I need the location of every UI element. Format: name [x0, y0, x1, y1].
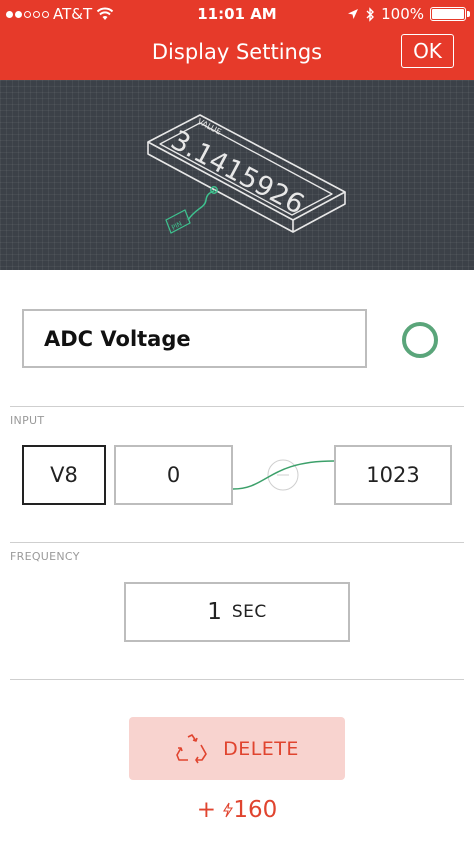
energy-cost: + 160	[0, 797, 474, 823]
battery-percent: 100%	[381, 5, 424, 23]
widget-name-input[interactable]: ADC Voltage	[22, 309, 367, 368]
delete-label: DELETE	[223, 737, 299, 760]
pin-label: PIN	[170, 220, 183, 232]
delete-button[interactable]: DELETE	[129, 717, 345, 780]
value-display: 3.1415926	[166, 125, 309, 221]
divider	[10, 679, 464, 680]
energy-amount: 160	[233, 797, 278, 823]
bluetooth-icon	[366, 6, 375, 22]
energy-plus: +	[196, 797, 224, 823]
divider	[10, 542, 464, 543]
recycle-icon	[176, 733, 207, 763]
display-widget-illustration: VALUE 3.1415926 PIN	[147, 114, 346, 234]
max-value-input[interactable]: 1023	[334, 445, 452, 505]
location-arrow-icon	[348, 9, 359, 19]
battery-icon	[430, 7, 470, 21]
pin-selector[interactable]: V8	[22, 445, 106, 505]
status-right: 100%	[347, 5, 470, 23]
nav-bar: Display Settings OK	[0, 27, 474, 80]
lightning-icon	[223, 802, 234, 818]
frequency-selector[interactable]: 1 SEC	[124, 582, 350, 642]
mapping-curve	[233, 459, 334, 491]
battery-fill	[432, 9, 464, 19]
frequency-value: 1	[207, 599, 222, 625]
color-picker-button[interactable]	[402, 322, 438, 358]
frequency-unit: SEC	[231, 602, 267, 622]
min-value-input[interactable]: 0	[114, 445, 233, 505]
divider	[10, 406, 464, 407]
status-bar: AT&T 11:01 AM 100%	[0, 0, 474, 27]
widget-preview: VALUE 3.1415926 PIN	[0, 80, 474, 270]
frequency-section-label: FREQUENCY	[10, 550, 80, 563]
input-section-label: INPUT	[10, 414, 45, 427]
ok-button[interactable]: OK	[401, 34, 454, 68]
